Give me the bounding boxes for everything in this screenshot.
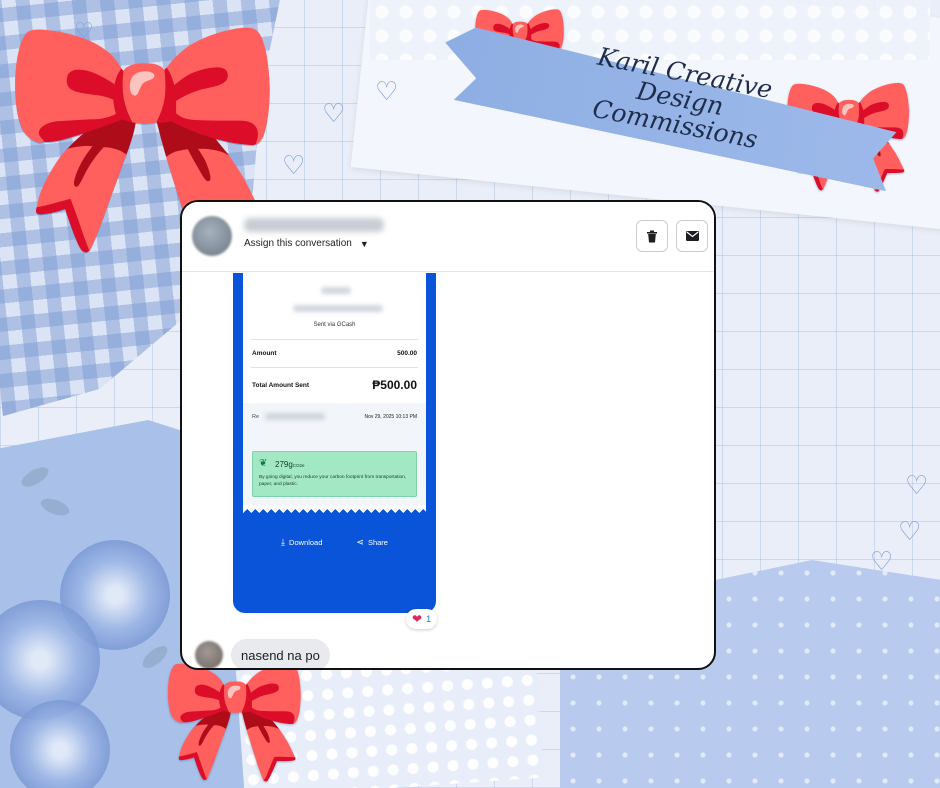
delete-button[interactable]	[636, 220, 668, 252]
eco-value-number: 279g	[275, 460, 293, 469]
eco-info-box: ❦ 279gCO2e By going digital, you reduce …	[252, 451, 417, 497]
contact-name-redacted	[244, 218, 384, 232]
assign-conversation-dropdown[interactable]: Assign this conversation ▼	[244, 238, 369, 249]
share-icon: ⋖	[356, 537, 364, 547]
receipt-paper: Sent via GCash Amount 500.00 Total Amoun…	[243, 273, 426, 509]
contact-avatar[interactable]	[192, 216, 232, 256]
sent-via-text: Sent via GCash	[313, 322, 356, 328]
heart-reaction-icon: ❤	[412, 612, 423, 626]
ribbon-bow-icon: 🎀	[160, 652, 310, 786]
message-thread[interactable]: Sent via GCash Amount 500.00 Total Amoun…	[182, 273, 714, 668]
download-label: Download	[289, 538, 323, 547]
trash-icon	[647, 230, 657, 242]
share-button[interactable]: ⋖ Share	[356, 537, 388, 548]
sender-avatar[interactable]	[195, 641, 223, 668]
message-text: nasend na po	[241, 647, 320, 663]
envelope-icon	[685, 231, 699, 241]
heart-icon: ♡	[905, 470, 929, 500]
receipt-actions: ⤓ Download ⋖ Share	[233, 537, 436, 548]
eco-value: 279gCO2e	[275, 460, 305, 469]
reaction-count: 1	[426, 614, 432, 624]
divider	[251, 339, 418, 340]
chat-window: Assign this conversation ▼ Sent via GCas…	[180, 200, 716, 670]
reaction-badge[interactable]: ❤ 1	[406, 609, 438, 629]
download-icon: ⤓	[281, 537, 286, 547]
reference-number-redacted	[265, 413, 325, 420]
heart-icon: ♡	[322, 98, 346, 128]
total-value: ₱500.00	[372, 378, 417, 392]
redacted-text	[321, 287, 351, 294]
share-label: Share	[367, 538, 388, 547]
message-bubble[interactable]: nasend na po	[231, 639, 330, 668]
redacted-text	[293, 305, 383, 312]
leaf-icon: ❦	[259, 458, 268, 469]
receipt-image-message[interactable]: Sent via GCash Amount 500.00 Total Amoun…	[233, 273, 436, 613]
amount-label: Amount	[252, 350, 277, 357]
reference-label: Re	[252, 414, 260, 420]
heart-icon: ♡	[282, 150, 306, 180]
conversation-header: Assign this conversation ▼	[182, 202, 714, 272]
eco-description: By going digital, you reduce your carbon…	[259, 475, 407, 487]
total-label: Total Amount Sent	[252, 382, 310, 389]
transaction-date: Nov 29, 2025 10:13 PM	[364, 414, 417, 420]
divider	[251, 367, 418, 368]
heart-icon: ♡	[870, 546, 894, 576]
eco-unit: CO2e	[292, 463, 305, 468]
heart-icon: ♡	[74, 18, 94, 43]
caret-down-icon: ▼	[359, 238, 369, 249]
receipt-zigzag-edge	[243, 505, 426, 513]
amount-value: 500.00	[397, 350, 417, 357]
heart-icon: ♡	[898, 516, 922, 546]
download-button[interactable]: ⤓ Download	[281, 537, 322, 548]
mark-unread-button[interactable]	[676, 220, 708, 252]
assign-label: Assign this conversation	[244, 238, 352, 249]
heart-icon: ♡	[375, 76, 399, 106]
